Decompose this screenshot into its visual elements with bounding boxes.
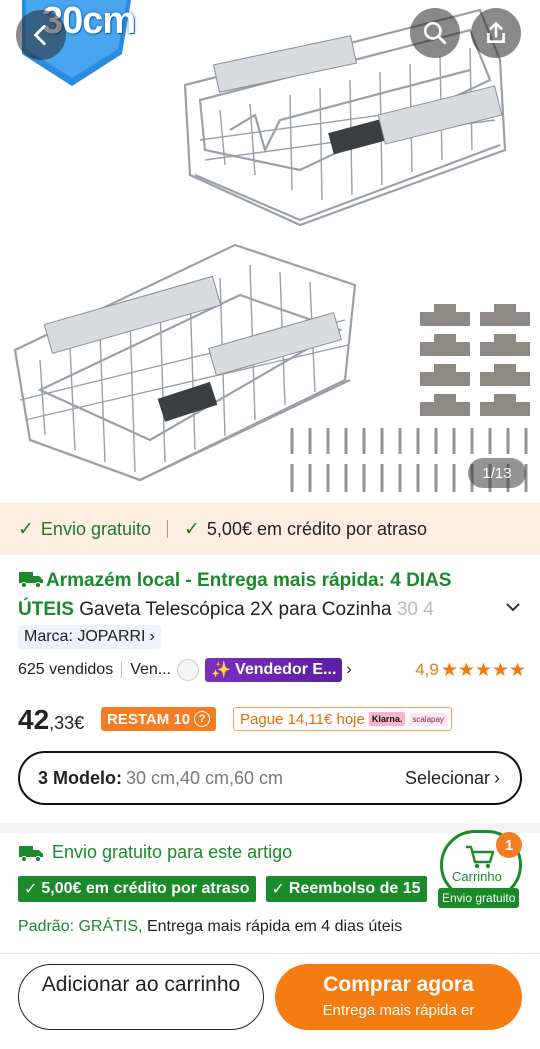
- seller-badge-label: Vendedor E...: [235, 661, 337, 678]
- cart-icon: [466, 845, 495, 869]
- product-title-fade: 30 4: [396, 599, 434, 620]
- delay-credit-benefit: ✓ 5,00€ em crédito por atraso: [184, 518, 427, 541]
- back-button[interactable]: [16, 10, 66, 60]
- shipping-title-text: Envio gratuito para este artigo: [52, 842, 293, 862]
- divider: [0, 953, 540, 954]
- product-title-text: Gaveta Telescópica 2X para Cozinha: [79, 599, 392, 620]
- cart-count-badge: 1: [496, 832, 522, 858]
- truck-icon: [19, 845, 43, 862]
- image-counter: 1/13: [468, 458, 526, 488]
- rating[interactable]: 4,9 ★★★★★: [415, 659, 526, 682]
- brand-link[interactable]: Marca: JOPARRI ›: [18, 625, 161, 649]
- check-icon: ✓: [24, 881, 38, 898]
- cart-free-shipping: Envio gratuito: [438, 888, 520, 908]
- seller-avatar[interactable]: [177, 659, 200, 681]
- seller-name[interactable]: Ven...: [130, 661, 171, 679]
- share-button[interactable]: [471, 8, 521, 58]
- check-icon: ✓: [184, 518, 200, 540]
- divider: [121, 662, 123, 678]
- cart-label: Carrinho: [452, 869, 502, 884]
- chip-label: 5,00€ em crédito por atraso: [41, 880, 250, 897]
- star-icons: ★★★★★: [440, 659, 526, 681]
- model-label: 3 Modelo:: [38, 767, 122, 788]
- divider: [167, 520, 168, 538]
- delay-credit-chip: ✓ 5,00€ em crédito por atraso: [18, 876, 256, 902]
- chevron-right-icon: ›: [494, 767, 500, 788]
- chip-label: Reembolso de 15: [288, 880, 421, 897]
- price-integer: 42: [18, 704, 50, 735]
- scalapay-logo: scalapay: [409, 712, 447, 726]
- free-shipping-benefit: ✓ Envio gratuito: [18, 518, 151, 541]
- select-button[interactable]: Selecionar ›: [405, 768, 500, 789]
- search-button[interactable]: [410, 8, 460, 58]
- model-selector[interactable]: 3 Modelo: 30 cm,40 cm,60 cm Selecionar ›: [18, 751, 522, 805]
- stats-row: 625 vendidos Ven... ✨ Vendedor E... › 4,…: [18, 656, 526, 684]
- standard-label: Padrão: GRÁTIS,: [18, 918, 143, 935]
- standard-shipping: Padrão: GRÁTIS, Entrega mais rápida em 4…: [18, 918, 402, 936]
- standard-text: Entrega mais rápida em 4 dias úteis: [146, 918, 403, 935]
- delay-credit-label: 5,00€ em crédito por atraso: [206, 518, 428, 539]
- chevron-down-icon[interactable]: [504, 598, 522, 616]
- rating-value: 4,9: [415, 660, 439, 679]
- shipping-title[interactable]: Envio gratuito para este artigo: [18, 842, 292, 863]
- buy-now-sublabel: Entrega mais rápida er: [322, 1002, 475, 1019]
- sold-count: 625 vendidos: [18, 661, 114, 678]
- truck-icon: [19, 572, 43, 589]
- klarna-logo: Klarna.: [368, 712, 406, 726]
- klarna-banner[interactable]: Pague 14,11€ hoje Klarna. scalapay: [233, 707, 452, 731]
- price: 42 ,33€: [18, 700, 94, 734]
- product-title[interactable]: Armazém local - Entrega mais rápida: 4 D…: [18, 566, 508, 624]
- buy-now-label: Comprar agora: [323, 973, 474, 996]
- seller-badge[interactable]: ✨ Vendedor E...: [205, 658, 343, 682]
- product-image-gallery[interactable]: 30cm 1/13: [0, 0, 540, 500]
- select-label: Selecionar: [404, 767, 490, 788]
- free-shipping-label: Envio gratuito: [40, 518, 151, 539]
- buy-now-button[interactable]: Comprar agora Entrega mais rápida er: [275, 964, 522, 1030]
- chevron-right-icon[interactable]: ›: [346, 661, 351, 679]
- sparkle-icon: ✨: [211, 662, 232, 679]
- check-icon: ✓: [271, 881, 285, 898]
- price-decimal: ,33€: [49, 713, 85, 733]
- search-icon: [423, 21, 447, 45]
- check-icon: ✓: [18, 518, 34, 540]
- chevron-right-icon: ›: [149, 628, 155, 645]
- floating-cart[interactable]: Carrinho 1 Envio gratuito: [438, 830, 526, 910]
- refund-chip: ✓ Reembolso de 15: [265, 876, 427, 902]
- share-icon: [487, 21, 505, 43]
- benefits-bar[interactable]: ✓ Envio gratuito ✓ 5,00€ em crédito por …: [0, 503, 540, 555]
- model-values: 30 cm,40 cm,60 cm: [126, 767, 284, 788]
- stock-badge-label: RESTAM 10: [107, 710, 191, 728]
- help-icon: ?: [194, 711, 211, 727]
- brand-label: Marca: JOPARRI: [24, 628, 146, 645]
- stock-badge[interactable]: RESTAM 10 ?: [101, 707, 217, 731]
- klarna-text: Pague 14,11€ hoje: [240, 710, 365, 728]
- add-to-cart-button[interactable]: Adicionar ao carrinho: [18, 964, 264, 1030]
- chevron-left-icon: [33, 24, 46, 46]
